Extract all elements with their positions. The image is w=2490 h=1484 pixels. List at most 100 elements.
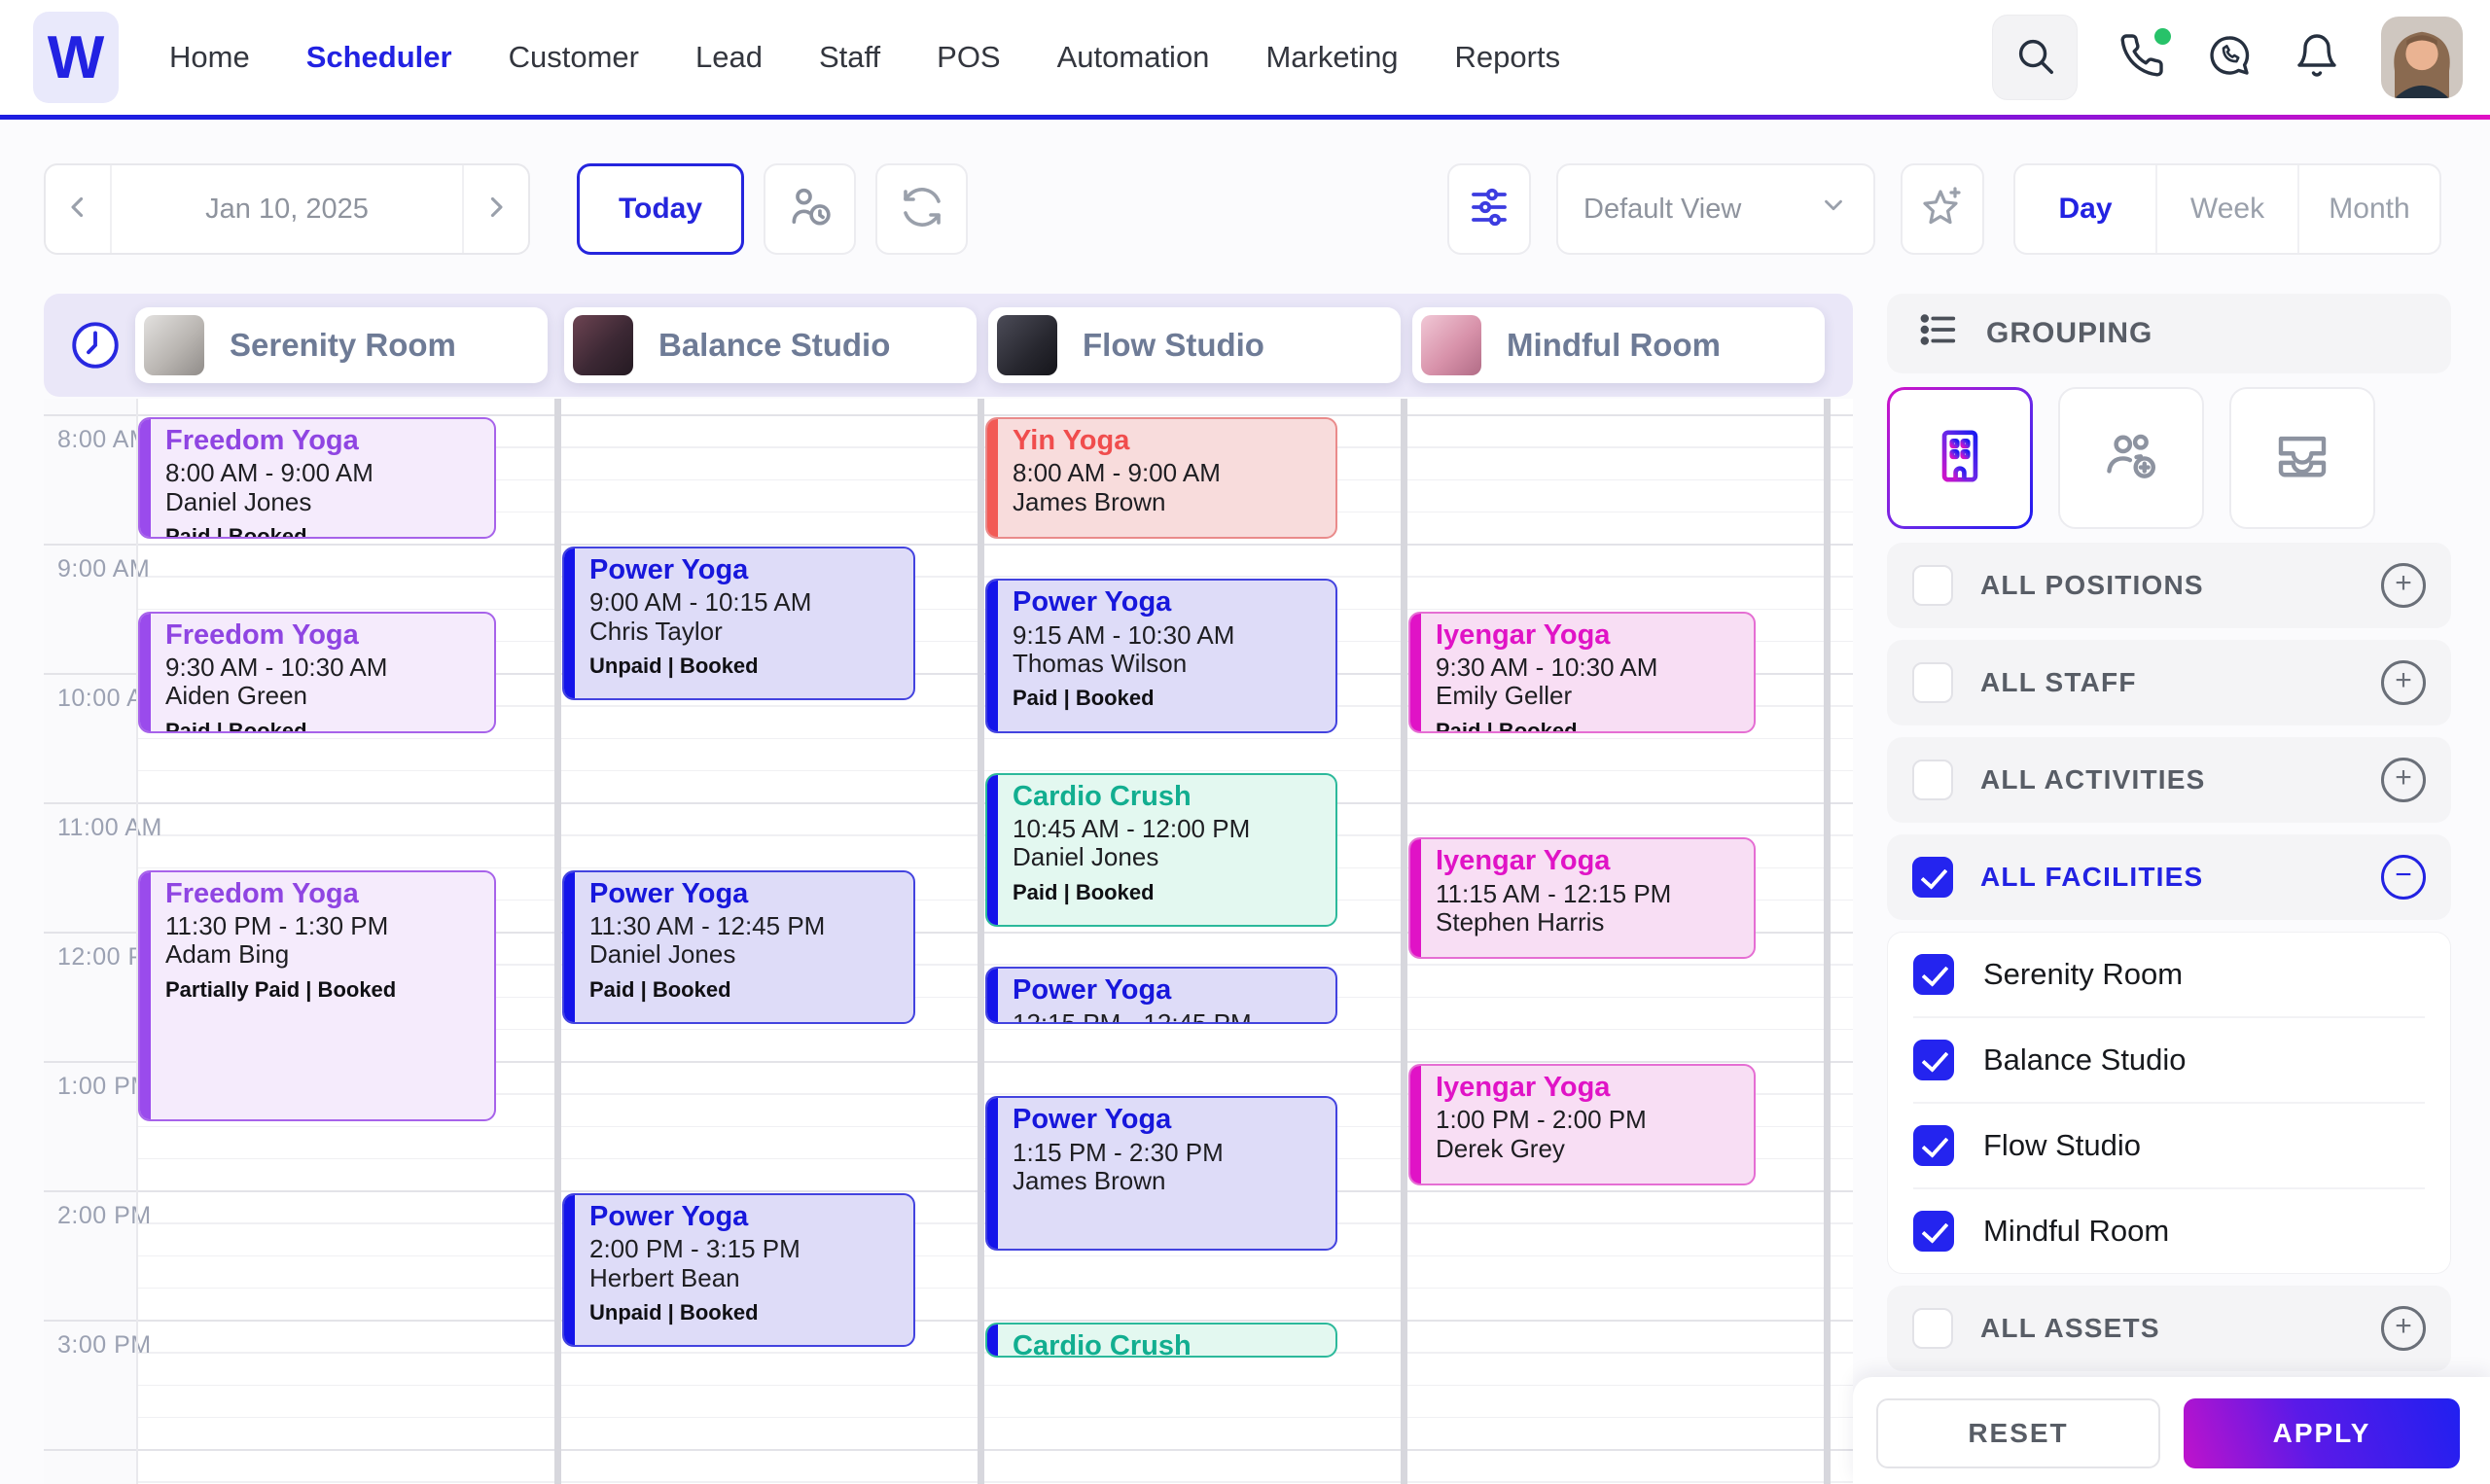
whatsapp-button[interactable] [2206, 32, 2253, 84]
scheduler-toolbar: Jan 10, 2025 Today Default View Day Week… [44, 163, 2441, 255]
event-time: 1:15 PM - 2:30 PM [1013, 1137, 1224, 1167]
room-header-flow-studio[interactable]: Flow Studio [988, 307, 1401, 383]
checkbox-all-assets[interactable] [1912, 1308, 1953, 1349]
nav-item-home[interactable]: Home [169, 40, 250, 75]
filter-group-all-activities[interactable]: ALL ACTIVITIES + [1887, 737, 2451, 823]
event-person: Aiden Green [165, 681, 307, 711]
event-card-freedom-yoga[interactable]: Freedom Yoga 11:30 PM - 1:30 PM Adam Bing P… [138, 869, 496, 1121]
checkbox-all-activities[interactable] [1912, 760, 1953, 800]
people-plus-icon [2099, 424, 2163, 493]
prev-day-button[interactable] [46, 165, 112, 253]
filter-group-label: ALL ACTIVITIES [1980, 764, 2206, 795]
event-card-power-yoga[interactable]: Power Yoga 11:30 AM - 12:45 PM Daniel Jone… [562, 869, 915, 1024]
nav-item-marketing[interactable]: Marketing [1265, 40, 1398, 75]
next-day-button[interactable] [462, 165, 528, 253]
phone-button[interactable] [2118, 27, 2171, 84]
nav-item-staff[interactable]: Staff [819, 40, 880, 75]
apply-button[interactable]: APPLY [2184, 1398, 2460, 1468]
event-card-power-yoga[interactable]: Power Yoga 2:00 PM - 3:15 PM Herbert Bean U… [562, 1193, 915, 1348]
checkbox-all-staff[interactable] [1912, 662, 1953, 703]
facility-list: Serenity Room Balance Studio Flow Studio Mi… [1887, 932, 2451, 1274]
nav-item-reports[interactable]: Reports [1455, 40, 1561, 75]
event-card-power-yoga[interactable]: Power Yoga 1:15 PM - 2:30 PM James Brown [985, 1096, 1337, 1251]
phone-online-dot [2154, 27, 2171, 45]
checkbox-serenity-room[interactable] [1913, 954, 1954, 995]
quarter-gridline [136, 576, 1853, 578]
event-card-power-yoga[interactable]: Power Yoga 12:15 PM - 12:45 PM [985, 967, 1337, 1024]
nav-item-pos[interactable]: POS [937, 40, 1000, 75]
search-button[interactable] [1992, 15, 2078, 100]
facility-label: Mindful Room [1983, 1214, 2170, 1248]
event-time: 8:00 AM - 9:00 AM [1013, 458, 1221, 488]
expand-icon[interactable]: + [2381, 1306, 2426, 1351]
event-card-freedom-yoga[interactable]: Freedom Yoga 8:00 AM - 9:00 AM Daniel Jone… [138, 417, 496, 539]
grouping-tab-trays[interactable] [2229, 387, 2375, 529]
filter-group-all-positions[interactable]: ALL POSITIONS + [1887, 543, 2451, 628]
expand-icon[interactable]: + [2381, 758, 2426, 802]
facility-label: Serenity Room [1983, 957, 2184, 991]
nav-item-customer[interactable]: Customer [509, 40, 639, 75]
event-card-iyengar-yoga[interactable]: Iyengar Yoga 9:30 AM - 10:30 AM Emily Gell… [1408, 611, 1756, 733]
event-title: Power Yoga [589, 1201, 749, 1232]
checkbox-mindful-room[interactable] [1913, 1211, 1954, 1252]
facility-item-flow-studio[interactable]: Flow Studio [1913, 1102, 2425, 1187]
save-view-button[interactable] [1901, 163, 1984, 255]
notifications-button[interactable] [2294, 32, 2340, 84]
event-person: Daniel Jones [589, 939, 736, 970]
facility-item-serenity-room[interactable]: Serenity Room [1913, 933, 2425, 1016]
expand-icon[interactable]: + [2381, 660, 2426, 705]
refresh-icon [899, 184, 945, 235]
event-card-cardio-crush[interactable]: Cardio Crush [985, 1323, 1337, 1358]
refresh-button[interactable] [875, 163, 968, 255]
hour-gridline [44, 802, 1853, 804]
search-icon [2012, 33, 2057, 83]
filter-group-all-assets[interactable]: ALL ASSETS + [1887, 1286, 2451, 1371]
reset-button[interactable]: RESET [1876, 1398, 2160, 1468]
view-mode-switcher: Day Week Month [2013, 163, 2441, 255]
collapse-icon[interactable]: − [2381, 855, 2426, 900]
view-mode-month[interactable]: Month [2297, 165, 2439, 253]
event-title: Freedom Yoga [165, 425, 359, 456]
current-date-label[interactable]: Jan 10, 2025 [112, 165, 462, 253]
event-card-freedom-yoga[interactable]: Freedom Yoga 9:30 AM - 10:30 AM Aiden Gree… [138, 611, 496, 733]
scheduler-app: W Home Scheduler Customer Lead Staff POS Autom… [0, 0, 2490, 1484]
user-avatar[interactable] [2381, 17, 2463, 98]
view-mode-day[interactable]: Day [2015, 165, 2155, 253]
event-card-power-yoga[interactable]: Power Yoga 9:00 AM - 10:15 AM Chris Taylor… [562, 547, 915, 701]
checkbox-all-facilities[interactable] [1912, 857, 1953, 898]
app-logo[interactable]: W [33, 12, 119, 103]
column-divider [1401, 399, 1407, 1484]
staff-hours-button[interactable] [764, 163, 856, 255]
room-header-row: Serenity Room Balance Studio Flow Studio Mi… [44, 294, 1853, 397]
expand-icon[interactable]: + [2381, 563, 2426, 608]
view-mode-week[interactable]: Week [2155, 165, 2297, 253]
checkbox-flow-studio[interactable] [1913, 1125, 1954, 1166]
room-header-mindful-room[interactable]: Mindful Room [1412, 307, 1825, 383]
filter-group-all-facilities[interactable]: ALL FACILITIES − [1887, 834, 2451, 920]
event-card-iyengar-yoga[interactable]: Iyengar Yoga 11:15 AM - 12:15 PM Stephen H… [1408, 837, 1756, 960]
event-title: Cardio Crush [1013, 1330, 1192, 1358]
nav-item-scheduler[interactable]: Scheduler [306, 40, 452, 75]
event-person: Daniel Jones [165, 486, 312, 516]
event-status: Unpaid | Booked [589, 1300, 759, 1325]
facility-item-balance-studio[interactable]: Balance Studio [1913, 1016, 2425, 1102]
checkbox-all-positions[interactable] [1912, 565, 1953, 606]
grouping-tab-building[interactable] [1887, 387, 2033, 529]
room-header-balance-studio[interactable]: Balance Studio [564, 307, 977, 383]
event-time: 2:00 PM - 3:15 PM [589, 1234, 800, 1264]
nav-item-lead[interactable]: Lead [695, 40, 763, 75]
nav-item-automation[interactable]: Automation [1057, 40, 1210, 75]
filters-button[interactable] [1447, 163, 1531, 255]
event-card-cardio-crush[interactable]: Cardio Crush 10:45 AM - 12:00 PM Daniel Jo… [985, 772, 1337, 927]
view-preset-dropdown[interactable]: Default View [1556, 163, 1875, 255]
room-photo [573, 315, 633, 375]
event-card-power-yoga[interactable]: Power Yoga 9:15 AM - 10:30 AM Thomas Wilso… [985, 579, 1337, 733]
event-card-iyengar-yoga[interactable]: Iyengar Yoga 1:00 PM - 2:00 PM Derek Grey [1408, 1064, 1756, 1185]
room-header-serenity-room[interactable]: Serenity Room [135, 307, 548, 383]
facility-item-mindful-room[interactable]: Mindful Room [1913, 1187, 2425, 1273]
today-button[interactable]: Today [577, 163, 744, 255]
grouping-tab-people-plus[interactable] [2058, 387, 2204, 529]
checkbox-balance-studio[interactable] [1913, 1040, 1954, 1080]
filter-group-all-staff[interactable]: ALL STAFF + [1887, 640, 2451, 725]
event-card-yin-yoga[interactable]: Yin Yoga 8:00 AM - 9:00 AM James Brown [985, 417, 1337, 539]
